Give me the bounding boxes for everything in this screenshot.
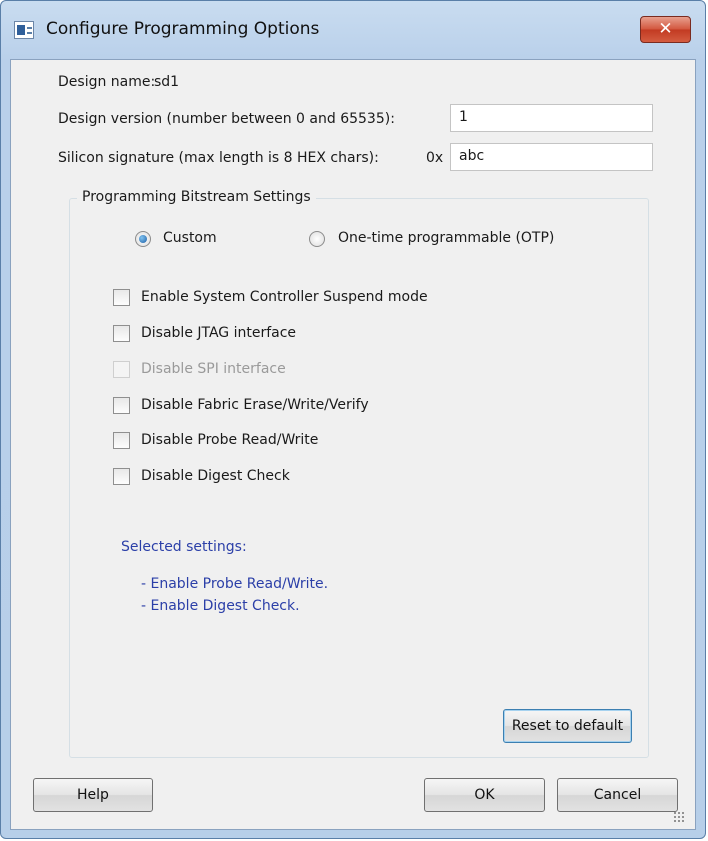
design-name-label: Design name: (58, 74, 156, 90)
cancel-button[interactable]: Cancel (557, 778, 678, 812)
disable-jtag-label[interactable]: Disable JTAG interface (141, 325, 296, 341)
otp-radio-label[interactable]: One-time programmable (OTP) (338, 230, 554, 246)
design-version-field[interactable]: 1 (450, 104, 653, 132)
disable-probe-checkbox[interactable] (113, 432, 130, 449)
ok-button[interactable]: OK (424, 778, 545, 812)
disable-spi-label: Disable SPI interface (141, 361, 286, 377)
selected-setting-line: - Enable Probe Read/Write. (141, 576, 329, 592)
disable-digest-checkbox[interactable] (113, 468, 130, 485)
design-version-label: Design version (number between 0 and 655… (58, 111, 395, 127)
design-name-value: sd1 (154, 74, 180, 90)
disable-spi-checkbox (113, 361, 130, 378)
window-title: Configure Programming Options (46, 19, 320, 39)
silicon-signature-field[interactable]: abc (450, 143, 653, 171)
disable-jtag-checkbox[interactable] (113, 325, 130, 342)
hex-prefix: 0x (426, 150, 444, 166)
reset-to-default-button[interactable]: Reset to default (503, 709, 632, 743)
disable-digest-label[interactable]: Disable Digest Check (141, 468, 290, 484)
silicon-signature-label: Silicon signature (max length is 8 HEX c… (58, 150, 379, 166)
disable-fabric-checkbox[interactable] (113, 397, 130, 414)
disable-fabric-label[interactable]: Disable Fabric Erase/Write/Verify (141, 397, 369, 413)
custom-radio[interactable] (135, 231, 151, 247)
help-button[interactable]: Help (33, 778, 153, 812)
close-button[interactable]: ✕ (640, 16, 691, 43)
close-icon: ✕ (658, 19, 673, 39)
title-bar[interactable]: Configure Programming Options ✕ (1, 1, 705, 59)
suspend-mode-label[interactable]: Enable System Controller Suspend mode (141, 289, 428, 305)
dialog-window: Configure Programming Options ✕ Design n… (0, 0, 706, 839)
suspend-mode-checkbox[interactable] (113, 289, 130, 306)
bitstream-settings-title: Programming Bitstream Settings (77, 189, 316, 205)
selected-settings-title: Selected settings: (121, 539, 247, 555)
dialog-body: Design name: sd1 Design version (number … (10, 59, 696, 830)
custom-radio-label[interactable]: Custom (163, 230, 217, 246)
resize-grip-icon[interactable] (673, 811, 685, 823)
otp-radio[interactable] (309, 231, 325, 247)
selected-setting-line: - Enable Digest Check. (141, 598, 300, 614)
app-icon (14, 21, 34, 39)
disable-probe-label[interactable]: Disable Probe Read/Write (141, 432, 318, 448)
